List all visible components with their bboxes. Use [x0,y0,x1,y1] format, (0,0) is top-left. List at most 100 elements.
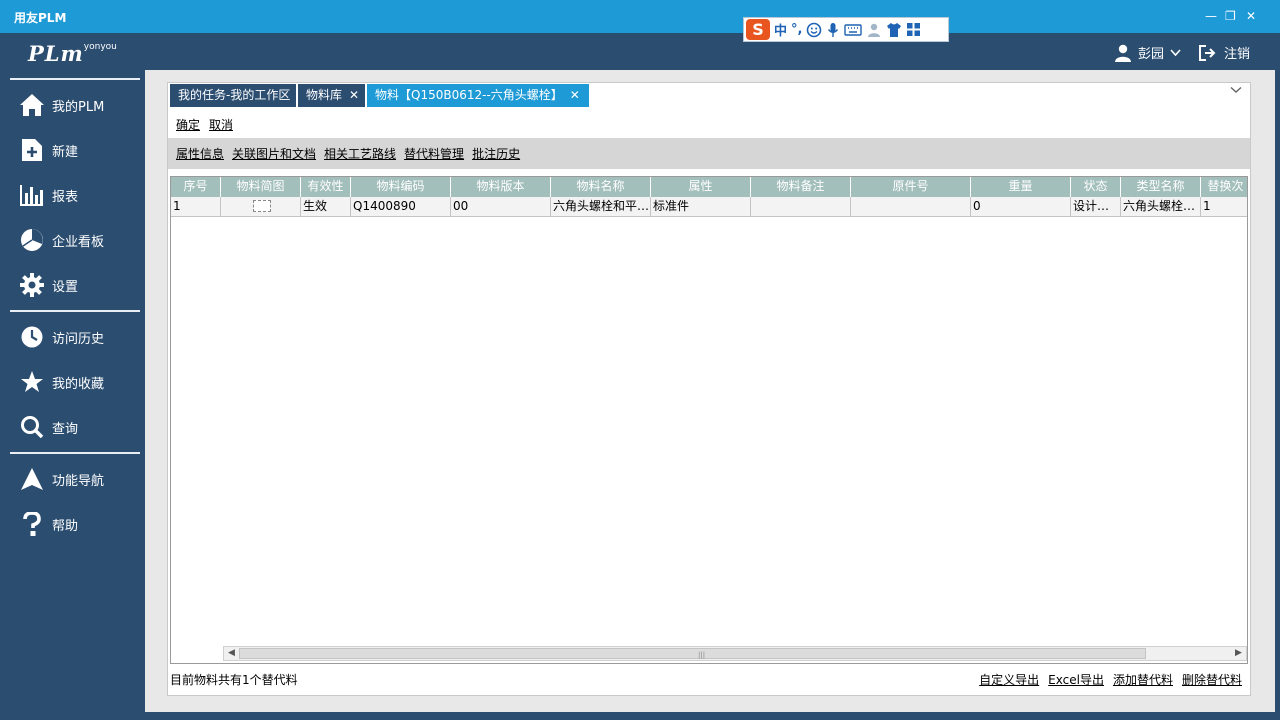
logout-label: 注销 [1224,47,1251,62]
subtab-linked-images-docs[interactable]: 关联图片和文档 [232,145,316,162]
subtab-attributes[interactable]: 属性信息 [176,145,224,162]
user-name: 彭园 [1138,47,1165,62]
chevron-down-icon[interactable] [1230,86,1242,94]
sidebar-item-reports[interactable]: 报表 [5,175,145,215]
sidebar-item-label: 我的收藏 [52,376,105,392]
logout-button[interactable]: 注销 [1198,43,1250,62]
column-header[interactable]: 物料版本 [451,177,551,197]
substitute-count-text: 目前物料共有1个替代料 [170,673,298,687]
sidebar-item-label: 我的PLM [52,99,105,115]
sidebar-divider [10,78,140,80]
tab-material-detail[interactable]: 物料【Q150B0612--六角头螺栓】 ✕ [367,84,589,107]
custom-export-button[interactable]: 自定义导出 [979,671,1039,688]
app-header: PLmyonyou 彭园 注销 [0,33,1280,70]
table-cell [851,197,971,217]
ime-punctuation-toggle[interactable]: °, [791,22,802,37]
bar-chart-icon [19,182,45,208]
table-cell: 1 [171,197,221,217]
sidebar-item-settings[interactable]: 设置 [5,265,145,305]
table-cell: 六角头螺栓和平… [551,197,651,217]
scroll-left-icon[interactable]: ◀ [224,647,239,660]
table-cell: 六角头螺栓… [1121,197,1201,217]
user-settings-icon[interactable] [866,22,882,38]
table-row[interactable]: 1 生效 Q1400890 00 六角头螺栓和平… 标准件 0 设计状… 六角头… [171,197,1247,217]
table-cell [221,197,301,217]
sidebar: 我的PLM 新建 报表 企业看板 设置 访问历史 我的收藏 查询 功能导航 帮助 [5,70,145,715]
column-header[interactable]: 状态 [1071,177,1121,197]
keyboard-icon[interactable] [844,23,863,37]
ime-toolbar[interactable]: S 中 °, [743,17,949,42]
subtab-substitute-management[interactable]: 替代料管理 [404,145,464,162]
column-header[interactable]: 有效性 [301,177,351,197]
skin-shirt-icon[interactable] [886,22,902,38]
confirm-button[interactable]: 确定 [176,116,200,133]
subtab-comment-history[interactable]: 批注历史 [472,145,520,162]
close-tab-icon[interactable]: ✕ [570,88,580,102]
star-icon [19,369,45,395]
sidebar-item-function-nav[interactable]: 功能导航 [5,459,145,499]
table-cell: 1 [1201,197,1247,217]
sogou-logo-icon[interactable]: S [746,19,770,40]
window-title: 用友PLM [14,11,67,25]
substitute-table: 序号 物料简图 有效性 物料编码 物料版本 物料名称 属性 物料备注 原件号 重… [170,176,1248,664]
table-cell: Q1400890 [351,197,451,217]
column-header[interactable]: 类型名称 [1121,177,1201,197]
column-header[interactable]: 物料编码 [351,177,451,197]
column-header[interactable]: 物料备注 [751,177,851,197]
scrollbar-thumb[interactable]: ||| [239,648,1146,659]
window-title-bar: 用友PLM — ❐ ✕ [0,0,1280,33]
plm-logo: PLmyonyou [28,41,117,66]
user-icon [1115,44,1131,62]
horizontal-scrollbar[interactable]: ◀ ||| ▶ [223,646,1247,661]
tab-my-tasks[interactable]: 我的任务-我的工作区 [170,84,296,107]
column-header[interactable]: 原件号 [851,177,971,197]
excel-export-button[interactable]: Excel导出 [1048,671,1104,688]
tab-material-library[interactable]: 物料库 ✕ [298,84,365,107]
close-button[interactable]: ✕ [1246,9,1256,23]
search-icon [19,414,45,440]
sidebar-item-search[interactable]: 查询 [5,407,145,447]
close-tab-icon[interactable]: ✕ [349,88,359,102]
tab-label: 物料库 [306,88,343,102]
subtab-process-routes[interactable]: 相关工艺路线 [324,145,396,162]
sidebar-item-label: 报表 [52,189,79,205]
sidebar-divider [10,310,140,312]
sidebar-item-favorites[interactable]: 我的收藏 [5,362,145,402]
table-cell: 设计状… [1071,197,1121,217]
minimize-button[interactable]: — [1205,9,1217,23]
emoji-icon[interactable] [806,22,822,38]
sidebar-item-label: 企业看板 [52,234,105,250]
workspace-panel: 我的任务-我的工作区 物料库 ✕ 物料【Q150B0612--六角头螺栓】 ✕ 确定… [167,82,1251,696]
table-cell: 00 [451,197,551,217]
tab-bar: 我的任务-我的工作区 物料库 ✕ 物料【Q150B0612--六角头螺栓】 ✕ [168,83,1250,107]
toolbox-grid-icon[interactable] [906,22,921,37]
column-header[interactable]: 物料简图 [221,177,301,197]
sidebar-item-label: 功能导航 [52,473,105,489]
restore-button[interactable]: ❐ [1225,9,1236,23]
history-icon [19,324,45,350]
table-cell: 0 [971,197,1071,217]
sidebar-item-history[interactable]: 访问历史 [5,317,145,357]
gear-icon [19,272,45,298]
cancel-button[interactable]: 取消 [209,116,233,133]
sidebar-item-label: 新建 [52,144,79,160]
user-menu[interactable]: 彭园 [1114,43,1181,62]
column-header[interactable]: 物料名称 [551,177,651,197]
table-cell: 生效 [301,197,351,217]
ime-language-toggle[interactable]: 中 [774,20,787,39]
sidebar-item-help[interactable]: 帮助 [5,504,145,544]
scroll-right-icon[interactable]: ▶ [1231,647,1246,660]
sidebar-item-dashboard[interactable]: 企业看板 [5,220,145,260]
tab-label: 物料【Q150B0612--六角头螺栓】 [375,88,563,102]
microphone-icon[interactable] [826,22,840,38]
column-header[interactable]: 重量 [971,177,1071,197]
column-header[interactable]: 属性 [651,177,751,197]
sidebar-item-label: 帮助 [52,518,79,534]
sidebar-item-my-plm[interactable]: 我的PLM [5,85,145,125]
table-header-row: 序号 物料简图 有效性 物料编码 物料版本 物料名称 属性 物料备注 原件号 重… [171,177,1247,197]
column-header[interactable]: 序号 [171,177,221,197]
delete-substitute-button[interactable]: 删除替代料 [1182,671,1242,688]
column-header[interactable]: 替换次 [1201,177,1247,197]
sidebar-item-new[interactable]: 新建 [5,130,145,170]
add-substitute-button[interactable]: 添加替代料 [1113,671,1173,688]
